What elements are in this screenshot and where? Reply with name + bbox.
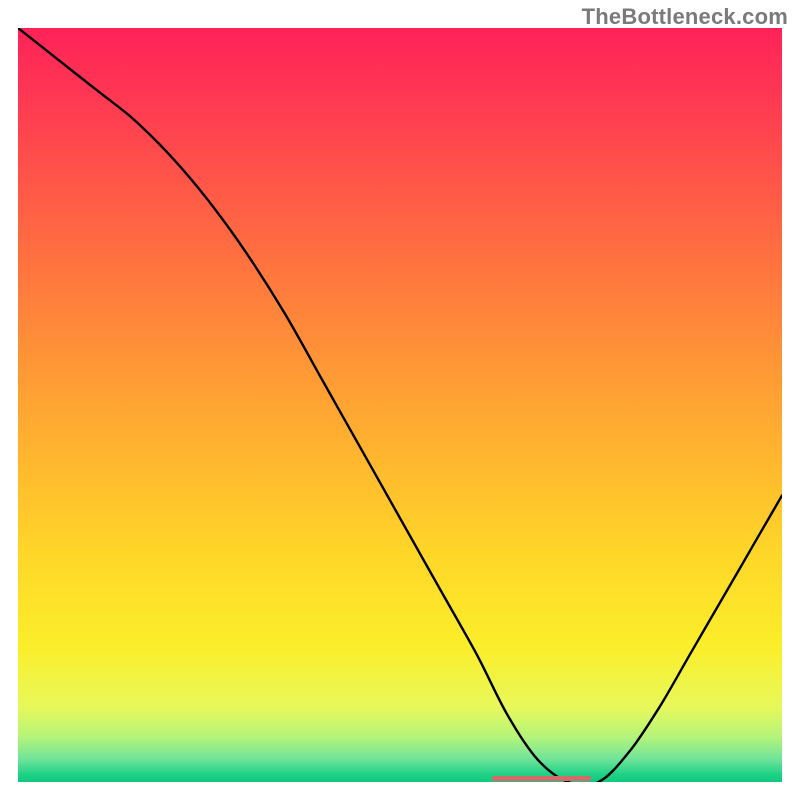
- chart-frame: TheBottleneck.com: [0, 0, 800, 800]
- line-series: [18, 28, 782, 782]
- plot-area: [18, 28, 782, 782]
- curve-path: [18, 28, 782, 782]
- watermark-text: TheBottleneck.com: [582, 4, 788, 30]
- optimal-range-marker: [492, 776, 591, 781]
